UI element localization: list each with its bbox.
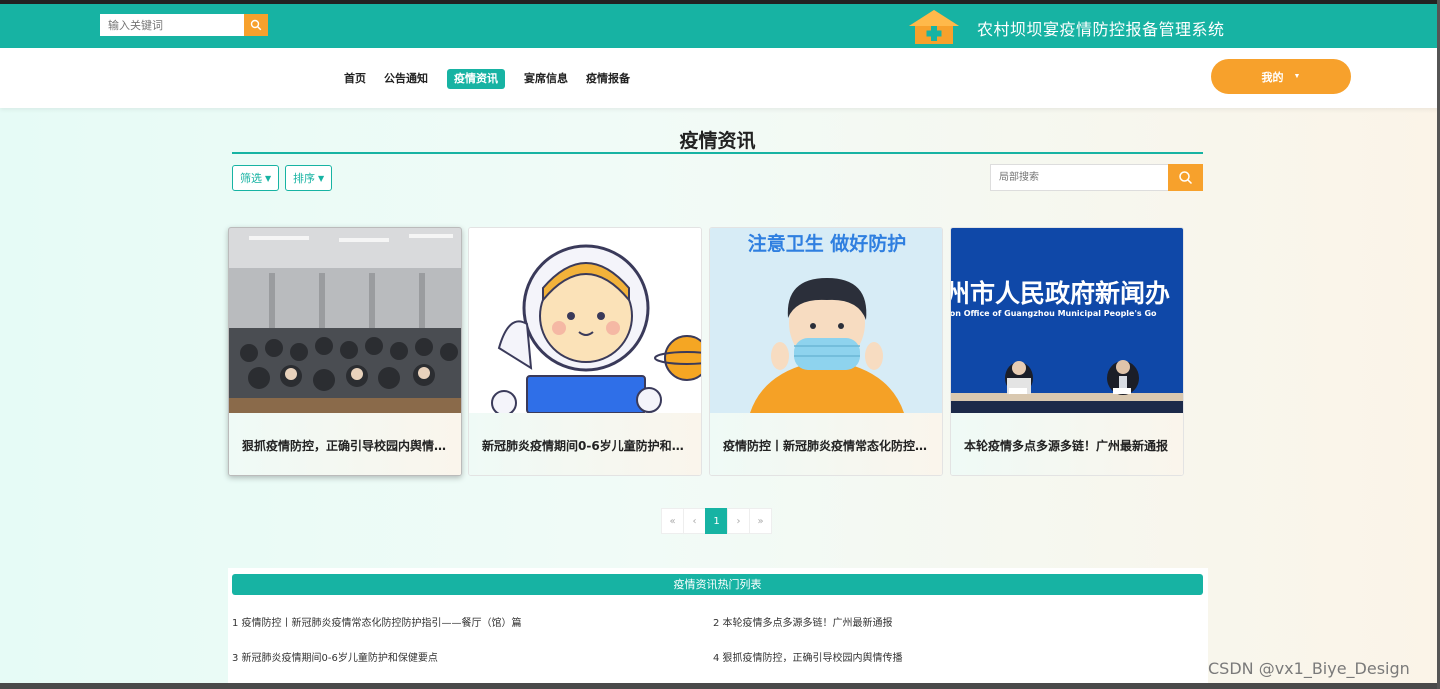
hot-list-item[interactable]: 4 狠抓疫情防控，正确引导校园内舆情传播: [713, 649, 903, 664]
caret-down-icon: ▼: [265, 173, 272, 183]
prev-page-button[interactable]: ‹: [683, 508, 706, 534]
first-page-button[interactable]: «: [661, 508, 684, 534]
press-banner-text: 州市人民政府新闻办: [951, 279, 1170, 308]
news-card[interactable]: 州市人民政府新闻办 ion Office of Guangzhou Munici…: [950, 227, 1184, 476]
card-title: 狠抓疫情防控，正确引导校园内舆情传播: [242, 438, 448, 453]
nav-menu: 首页 公告通知 疫情资讯 宴席信息 疫情报备: [337, 69, 641, 89]
page-title: 疫情资讯: [679, 130, 756, 152]
press-conference-photo: 州市人民政府新闻办 ion Office of Guangzhou Munici…: [951, 228, 1183, 413]
nav-item-home[interactable]: 首页: [337, 69, 373, 89]
page-number-button[interactable]: 1: [705, 508, 728, 534]
content-search-button[interactable]: [1168, 164, 1203, 191]
card-title: 本轮疫情多点多源多链！广州最新通报: [964, 438, 1169, 453]
content-search: [990, 164, 1203, 191]
mask-boy-illustration: 注意卫生 做好防护: [710, 228, 942, 413]
hot-list-item[interactable]: 2 本轮疫情多点多源多链！广州最新通报: [713, 614, 893, 629]
content-search-input[interactable]: [990, 164, 1168, 191]
site-title: 农村坝坝宴疫情防控报备管理系统: [977, 20, 1225, 39]
nav-bar: 首页 公告通知 疫情资讯 宴席信息 疫情报备 我的 ▼: [0, 48, 1440, 108]
sort-label: 排序: [293, 172, 315, 185]
header-search-input[interactable]: [100, 14, 244, 36]
mine-dropdown-button[interactable]: 我的 ▼: [1211, 59, 1351, 94]
filter-button[interactable]: 筛选 ▼: [232, 165, 280, 191]
sort-button[interactable]: 排序 ▼: [285, 165, 333, 191]
news-card[interactable]: 狠抓疫情防控，正确引导校园内舆情传播: [228, 227, 462, 476]
heading-divider: [232, 152, 1203, 154]
watermark: CSDN @vx1_Biye_Design: [1208, 659, 1410, 678]
astronaut-cartoon-image: [469, 228, 701, 413]
top-header: 农村坝坝宴疫情防控报备管理系统: [0, 0, 1440, 48]
search-icon: [1179, 171, 1193, 185]
pagination: « ‹ 1 › »: [661, 508, 772, 534]
nav-item-notice[interactable]: 公告通知: [377, 69, 435, 89]
hot-list-panel: 疫情资讯热门列表 1 疫情防控丨新冠肺炎疫情常态化防控防护指引——餐厅（馆）篇 …: [228, 568, 1208, 689]
header-search-button[interactable]: [244, 14, 268, 36]
card-title: 新冠肺炎疫情期间0-6岁儿童防护和保健要点: [482, 438, 688, 453]
search-icon: [250, 19, 262, 31]
hot-list-item[interactable]: 1 疫情防控丨新冠肺炎疫情常态化防控防护指引——餐厅（馆）篇: [232, 614, 522, 629]
news-card[interactable]: 新冠肺炎疫情期间0-6岁儿童防护和保健要点: [468, 227, 702, 476]
nav-item-report[interactable]: 疫情报备: [579, 69, 637, 89]
filter-label: 筛选: [240, 172, 262, 185]
press-banner-subtitle: ion Office of Guangzhou Municipal People…: [951, 309, 1157, 318]
hot-list-title: 疫情资讯热门列表: [232, 574, 1203, 595]
nav-item-news[interactable]: 疫情资讯: [447, 69, 505, 89]
window-bottom-edge: [0, 683, 1440, 689]
mine-label: 我的: [1261, 71, 1284, 84]
caret-down-icon: ▼: [318, 173, 325, 183]
next-page-button[interactable]: ›: [727, 508, 750, 534]
chevron-down-icon: ▼: [1293, 73, 1301, 80]
card-banner-text: 注意卫生 做好防护: [748, 232, 907, 255]
classroom-photo: [229, 228, 461, 413]
card-title: 疫情防控丨新冠肺炎疫情常态化防控防护指引——餐厅（馆）篇: [723, 438, 929, 453]
news-card[interactable]: 注意卫生 做好防护 疫情防控丨新冠肺炎疫情常态化防控防护指引——餐厅（馆）篇: [709, 227, 943, 476]
house-plus-logo-icon: [909, 10, 959, 44]
hot-list-item[interactable]: 3 新冠肺炎疫情期间0-6岁儿童防护和保健要点: [232, 649, 438, 664]
header-search: [100, 14, 268, 36]
nav-item-banquet[interactable]: 宴席信息: [517, 69, 575, 89]
last-page-button[interactable]: »: [749, 508, 772, 534]
